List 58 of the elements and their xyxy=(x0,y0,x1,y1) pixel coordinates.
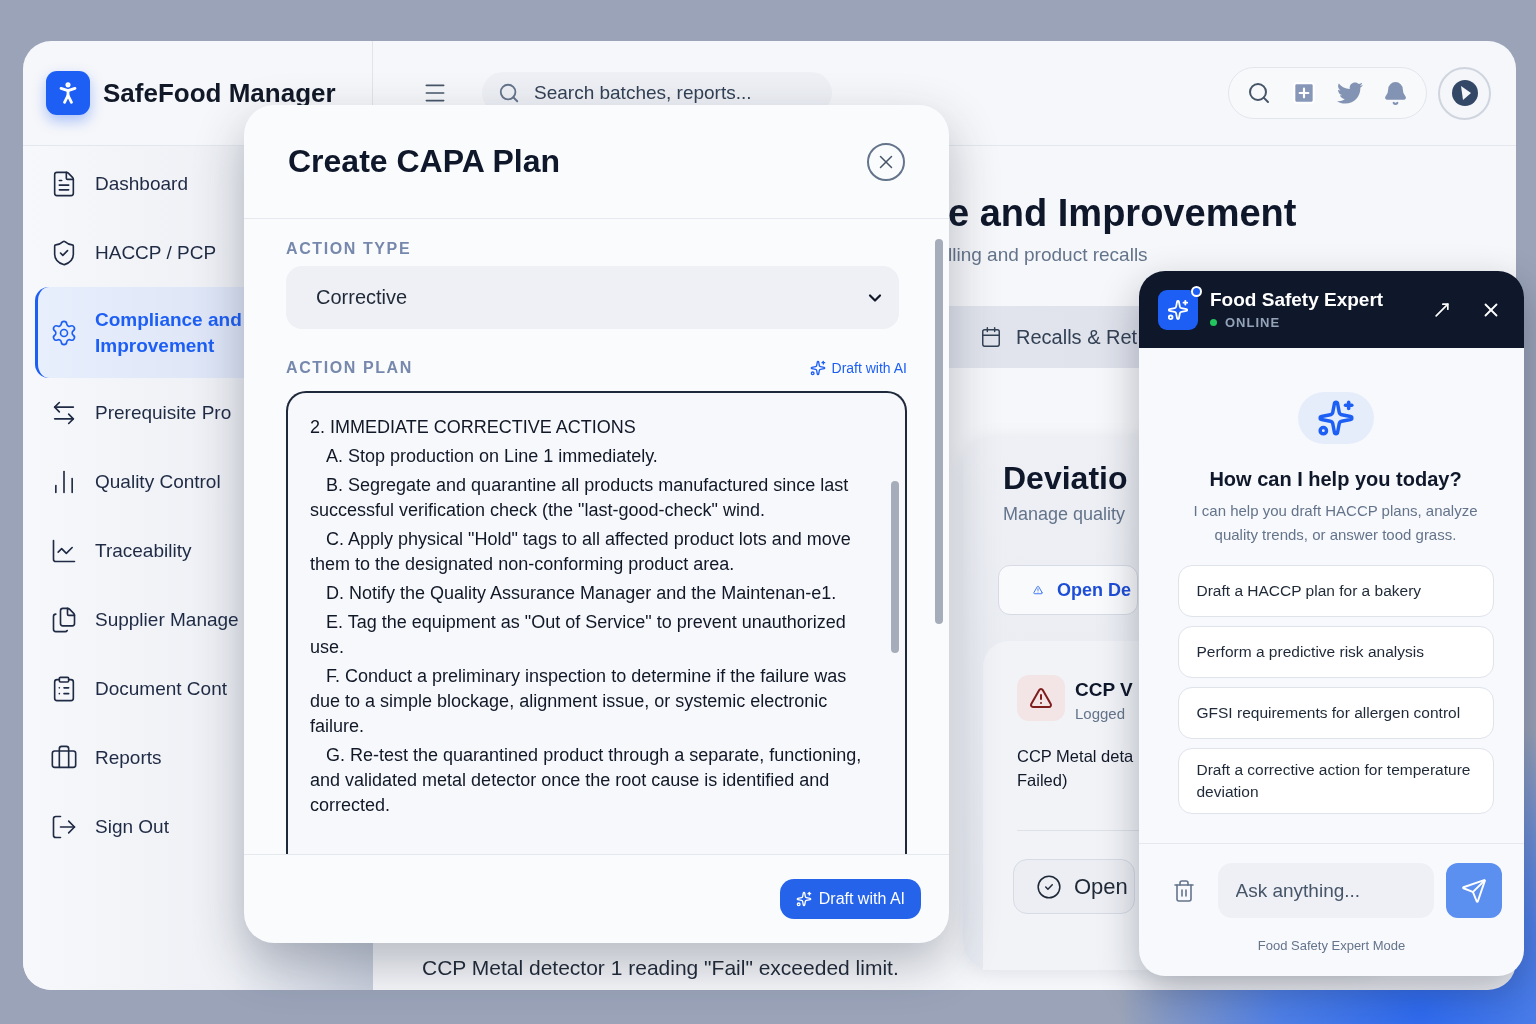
plan-paragraph: B. Segregate and quarantine all products manufactured since last successful verification check (the "last-good-check" wind. xyxy=(310,474,850,522)
draft-with-ai-button[interactable]: Draft with AI xyxy=(779,879,921,919)
plan-paragraph: C. Apply physical "Hold" tags to all affected product lots and move them to the designated non-conforming product area. xyxy=(310,528,852,576)
chat-intro: I can help you draft HACCP plans, analyze quality trends, or answer tood grass. xyxy=(1192,501,1479,545)
app-name: SafeFood Manager xyxy=(103,77,336,109)
check-circle-icon xyxy=(1036,873,1062,900)
plan-paragraph: D. Notify the Quality Assurance Manager and the Maintenan-e1. xyxy=(325,582,838,605)
scrollbar-thumb[interactable] xyxy=(935,239,943,624)
sparkle-icon xyxy=(809,360,826,376)
page-subtitle: lling and product recalls xyxy=(948,244,1149,266)
card-subtitle: Manage quality xyxy=(1003,504,1126,525)
search-icon[interactable] xyxy=(1247,81,1271,105)
sparkle-icon xyxy=(1297,392,1374,444)
chat-heading: How can I help you today? xyxy=(1209,468,1462,491)
action-type-select[interactable]: Corrective xyxy=(286,266,899,329)
suggestion-button[interactable]: Draft a HACCP plan for a bakery xyxy=(1177,565,1494,617)
send-icon xyxy=(1460,877,1487,904)
record-description: Failed) xyxy=(1017,770,1068,791)
scrollbar-thumb[interactable] xyxy=(891,481,899,653)
sparkle-icon xyxy=(795,891,812,907)
plan-paragraph: 2. IMMEDIATE CORRECTIVE ACTIONS xyxy=(310,416,637,439)
settings-icon xyxy=(50,318,78,347)
trash-icon[interactable] xyxy=(1171,878,1196,903)
avatar[interactable] xyxy=(1438,66,1491,120)
plan-paragraph: F. Conduct a preliminary inspection to determine if the failure was due to a simple blockage, alignment issue, or systemic electronic failure. xyxy=(310,665,848,738)
ask-field[interactable]: Ask anything... xyxy=(1217,863,1434,918)
dialog-title: Create CAPA Plan xyxy=(288,143,561,180)
draft-with-ai-link[interactable]: Draft with AI xyxy=(809,360,907,376)
suggestion-button[interactable]: Draft a corrective action for temperature deviation xyxy=(1177,748,1494,814)
send-button[interactable] xyxy=(1445,863,1502,918)
alert-text: CCP Metal detector 1 reading "Fail" exceeded limit. xyxy=(422,956,900,980)
record-meta: Logged xyxy=(1075,705,1127,722)
record-description: CCP Metal deta xyxy=(1017,746,1134,767)
app-logo xyxy=(46,71,90,115)
mode-note: Food Safety Expert Mode xyxy=(1257,938,1406,953)
calendar-icon xyxy=(980,326,1002,348)
plus-square-icon[interactable] xyxy=(1291,80,1317,106)
record-title: CCP V xyxy=(1075,679,1133,701)
warning-icon xyxy=(1017,675,1065,721)
close-button[interactable] xyxy=(867,142,905,181)
page-title: e and Improvement xyxy=(948,191,1298,236)
plan-paragraph: E. Tag the equipment as "Out of Service" to prevent unauthorized use. xyxy=(310,611,847,659)
suggestion-button[interactable]: Perform a predictive risk analysis xyxy=(1177,626,1494,678)
status-text: ONLINE xyxy=(1225,315,1281,330)
field-label: ACTION TYPE xyxy=(286,240,413,258)
plan-paragraph: A. Stop production on Line 1 immediately. xyxy=(325,445,659,468)
bird-icon[interactable] xyxy=(1337,80,1363,106)
files-icon xyxy=(50,605,78,634)
action-plan-field[interactable] xyxy=(286,391,907,854)
card-title: Deviatio xyxy=(1003,459,1128,498)
open-deviation-button[interactable]: Open De xyxy=(998,565,1138,615)
notification-icon[interactable] xyxy=(1383,80,1408,106)
suggestion-button[interactable]: GFSI requirements for allergen control xyxy=(1177,687,1494,739)
plan-paragraph: G. Re-test the quarantined product through a separate, functioning, and validated metal detector once the root cause is identified and corrected. xyxy=(310,744,863,817)
open-button[interactable]: Open xyxy=(1013,859,1135,914)
search-icon xyxy=(498,82,520,104)
chat-title: Food Safety Expert xyxy=(1210,289,1385,311)
tab[interactable]: Recalls & Ret xyxy=(974,317,1144,357)
